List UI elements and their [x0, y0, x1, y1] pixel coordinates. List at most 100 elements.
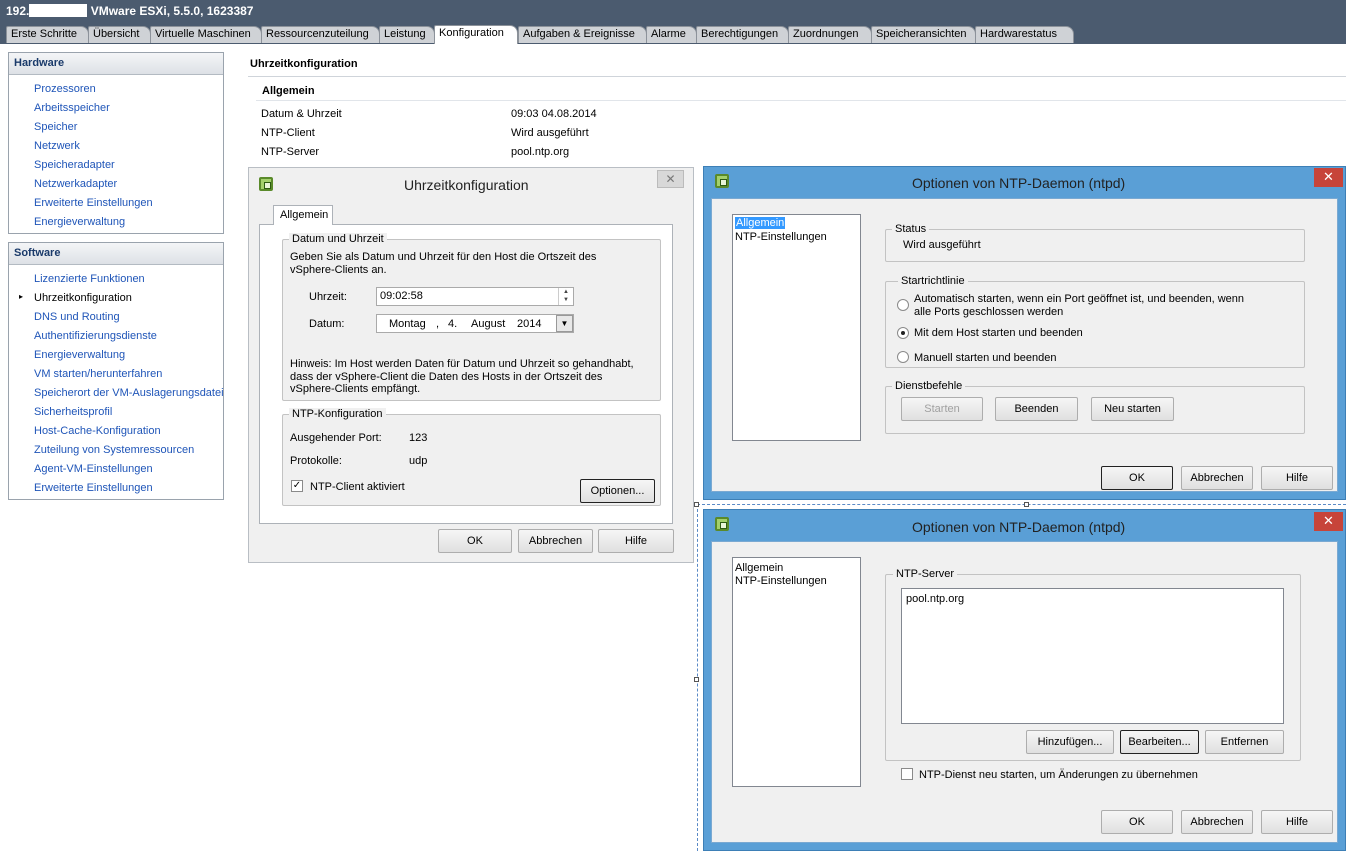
software-item-6[interactable]: Speicherort der VM-Auslagerungsdatei	[34, 387, 224, 399]
software-item-5[interactable]: VM starten/herunterfahren	[34, 368, 162, 380]
redacted-ip	[29, 4, 88, 17]
info-label-2: NTP-Server	[261, 146, 320, 158]
hardware-item-7[interactable]: Energieverwaltung	[34, 216, 125, 228]
ok-button[interactable]: OK	[438, 529, 512, 553]
software-item-7[interactable]: Sicherheitsprofil	[34, 406, 112, 418]
hardware-item-6[interactable]: Erweiterte Einstellungen	[34, 197, 153, 209]
radio-auto-start-label-2: alle Ports geschlossen werden	[914, 306, 1064, 318]
info-label-0: Datum & Uhrzeit	[261, 108, 342, 120]
nav-item-general[interactable]: Allgemein	[735, 217, 786, 229]
hardware-pane: Hardware Prozessoren Arbeitsspeicher Speic…	[8, 52, 224, 234]
chevron-down-icon[interactable]: ▼	[556, 315, 573, 332]
radio-host-start[interactable]	[897, 327, 909, 339]
tab-9[interactable]: Zuordnungen	[788, 26, 872, 43]
remove-server-button[interactable]: Entfernen	[1205, 730, 1284, 754]
close-icon[interactable]: ✕	[1314, 512, 1343, 531]
time-input[interactable]: 09:02:58	[376, 287, 574, 306]
nav-item-ntp-settings[interactable]: NTP-Einstellungen	[735, 575, 827, 587]
software-item-9[interactable]: Zuteilung von Systemressourcen	[34, 444, 194, 456]
resize-handle[interactable]	[694, 677, 699, 682]
restart-service-checkbox[interactable]	[901, 768, 913, 780]
software-pane-title: Software	[9, 243, 223, 265]
vmware-icon	[715, 174, 729, 188]
tab-5[interactable]: Konfiguration	[434, 25, 518, 44]
tab-11[interactable]: Hardwarestatus	[975, 26, 1074, 43]
help-button[interactable]: Hilfe	[598, 529, 674, 553]
desc-line-2: vSphere-Clients an.	[290, 264, 387, 276]
ok-button[interactable]: OK	[1101, 466, 1173, 490]
tab-10[interactable]: Speicheransichten	[871, 26, 976, 43]
cancel-button[interactable]: Abbrechen	[1181, 466, 1253, 490]
help-button[interactable]: Hilfe	[1261, 466, 1333, 490]
ntp-config-group-label: NTP-Konfiguration	[289, 408, 386, 420]
list-item[interactable]: pool.ntp.org	[906, 593, 964, 605]
ntp-enabled-label: NTP-Client aktiviert	[310, 481, 405, 493]
radio-manual[interactable]	[897, 351, 909, 363]
start-button[interactable]: Starten	[901, 397, 983, 421]
nav-item-general[interactable]: Allgemein	[735, 562, 783, 574]
status-group-label: Status	[892, 223, 930, 235]
software-item-1[interactable]: Uhrzeitkonfiguration	[34, 292, 132, 304]
software-item-10[interactable]: Agent-VM-Einstellungen	[34, 463, 153, 475]
software-item-3[interactable]: Authentifizierungsdienste	[34, 330, 157, 342]
hardware-item-0[interactable]: Prozessoren	[34, 83, 96, 95]
ntp-enabled-checkbox[interactable]: ✓	[291, 480, 303, 492]
cancel-button[interactable]: Abbrechen	[518, 529, 593, 553]
hardware-pane-title: Hardware	[9, 53, 223, 75]
resize-handle[interactable]	[694, 502, 699, 507]
tab-3[interactable]: Ressourcenzuteilung	[261, 26, 380, 43]
time-spinner[interactable]: ▲ ▼	[558, 288, 573, 305]
tab-2[interactable]: Virtuelle Maschinen	[150, 26, 262, 43]
close-icon[interactable]: ✕	[1314, 168, 1343, 187]
cancel-button[interactable]: Abbrechen	[1181, 810, 1253, 834]
selection-border	[697, 504, 1346, 505]
ntp-options-dialog-general: Optionen von NTP-Daemon (ntpd) ✕ Allgeme…	[703, 166, 1346, 500]
divider	[256, 100, 1346, 101]
port-label: Ausgehender Port:	[290, 432, 382, 444]
hardware-item-4[interactable]: Speicheradapter	[34, 159, 115, 171]
restart-button[interactable]: Neu starten	[1091, 397, 1174, 421]
stop-button[interactable]: Beenden	[995, 397, 1078, 421]
software-item-11[interactable]: Erweiterte Einstellungen	[34, 482, 153, 494]
close-icon[interactable]: ✕	[657, 170, 684, 188]
software-item-8[interactable]: Host-Cache-Konfiguration	[34, 425, 161, 437]
options-button[interactable]: Optionen...	[580, 479, 655, 503]
tab-1[interactable]: Übersicht	[88, 26, 151, 43]
dialog-title: Uhrzeitkonfiguration	[404, 177, 529, 193]
radio-auto-start[interactable]	[897, 299, 909, 311]
hardware-item-5[interactable]: Netzwerkadapter	[34, 178, 117, 190]
ok-button[interactable]: OK	[1101, 810, 1173, 834]
edit-server-button[interactable]: Bearbeiten...	[1120, 730, 1199, 754]
date-picker[interactable]: Montag , 4. August 2014	[376, 314, 574, 333]
nav-item-ntp-settings[interactable]: NTP-Einstellungen	[735, 231, 827, 243]
dialog-title: Optionen von NTP-Daemon (ntpd)	[912, 175, 1126, 191]
software-item-2[interactable]: DNS und Routing	[34, 311, 120, 323]
radio-host-start-label: Mit dem Host starten und beenden	[914, 327, 1083, 339]
tab-8[interactable]: Berechtigungen	[696, 26, 789, 43]
tab-allgemein[interactable]: Allgemein	[273, 205, 333, 225]
software-item-4[interactable]: Energieverwaltung	[34, 349, 125, 361]
hardware-item-2[interactable]: Speicher	[34, 121, 77, 133]
options-nav-list: Allgemein NTP-Einstellungen	[732, 557, 861, 787]
protocol-label: Protokolle:	[290, 455, 342, 467]
restart-service-label: NTP-Dienst neu starten, um Änderungen zu…	[919, 769, 1198, 781]
tab-6[interactable]: Aufgaben & Ereignisse	[518, 26, 647, 43]
help-button[interactable]: Hilfe	[1261, 810, 1333, 834]
service-commands-label: Dienstbefehle	[892, 380, 966, 392]
vmware-icon	[715, 517, 729, 531]
page-title: Uhrzeitkonfiguration	[250, 58, 358, 70]
info-value-1: Wird ausgeführt	[511, 127, 589, 139]
tab-0[interactable]: Erste Schritte	[6, 26, 89, 43]
software-item-0[interactable]: Lizenzierte Funktionen	[34, 273, 145, 285]
hint-line-3: vSphere-Clients empfängt.	[290, 383, 421, 395]
ntp-server-list[interactable]: pool.ntp.org	[901, 588, 1284, 724]
dialog-title: Optionen von NTP-Daemon (ntpd)	[912, 519, 1126, 535]
date-label: Datum:	[309, 318, 345, 330]
tab-4[interactable]: Leistung	[379, 26, 435, 43]
resize-handle[interactable]	[1024, 502, 1029, 507]
startup-policy-label: Startrichtlinie	[898, 275, 968, 287]
add-server-button[interactable]: Hinzufügen...	[1026, 730, 1114, 754]
hardware-item-3[interactable]: Netzwerk	[34, 140, 80, 152]
tab-7[interactable]: Alarme	[646, 26, 697, 43]
hardware-item-1[interactable]: Arbeitsspeicher	[34, 102, 110, 114]
